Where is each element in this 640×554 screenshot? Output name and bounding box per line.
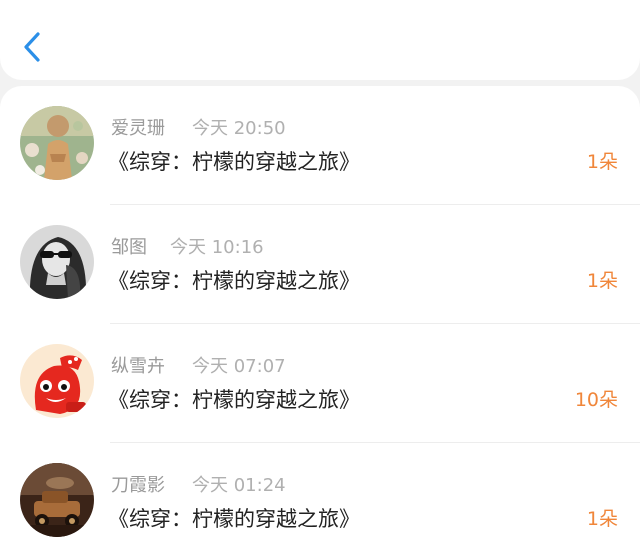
flower-count: 1朵 [586,508,618,530]
sender-name: 邹图 [111,237,147,258]
list-item[interactable]: 刀霞影 今天 01:24 《综穿：柠檬的穿越之旅》 1朵 [0,443,640,554]
sender-name: 爱灵珊 [111,118,165,139]
chevron-left-icon [24,32,40,62]
top-bar [0,0,640,80]
book-title: 《综穿：柠檬的穿越之旅》 [108,507,360,531]
timestamp: 今天 20:50 [192,118,286,139]
sender-name: 纵雪卉 [111,356,165,377]
records-list: 爱灵珊 今天 20:50 《综穿：柠檬的穿越之旅》 1朵 邹图 今天 10:16… [0,86,640,554]
avatar[interactable] [20,225,94,299]
avatar[interactable] [20,106,94,180]
book-title: 《综穿：柠檬的穿越之旅》 [108,388,360,412]
avatar[interactable] [20,344,94,418]
list-item[interactable]: 爱灵珊 今天 20:50 《综穿：柠檬的穿越之旅》 1朵 [0,86,640,205]
timestamp: 今天 10:16 [170,237,264,258]
back-button[interactable] [14,22,54,70]
flower-count: 10朵 [574,389,618,411]
book-title: 《综穿：柠檬的穿越之旅》 [108,269,360,293]
sender-name: 刀霞影 [111,475,165,496]
book-title: 《综穿：柠檬的穿越之旅》 [108,150,360,174]
list-item[interactable]: 邹图 今天 10:16 《综穿：柠檬的穿越之旅》 1朵 [0,205,640,324]
timestamp: 今天 07:07 [192,356,286,377]
list-item[interactable]: 纵雪卉 今天 07:07 《综穿：柠檬的穿越之旅》 10朵 [0,324,640,443]
flower-count: 1朵 [586,270,618,292]
flower-count: 1朵 [586,151,618,173]
timestamp: 今天 01:24 [192,475,286,496]
avatar[interactable] [20,463,94,537]
